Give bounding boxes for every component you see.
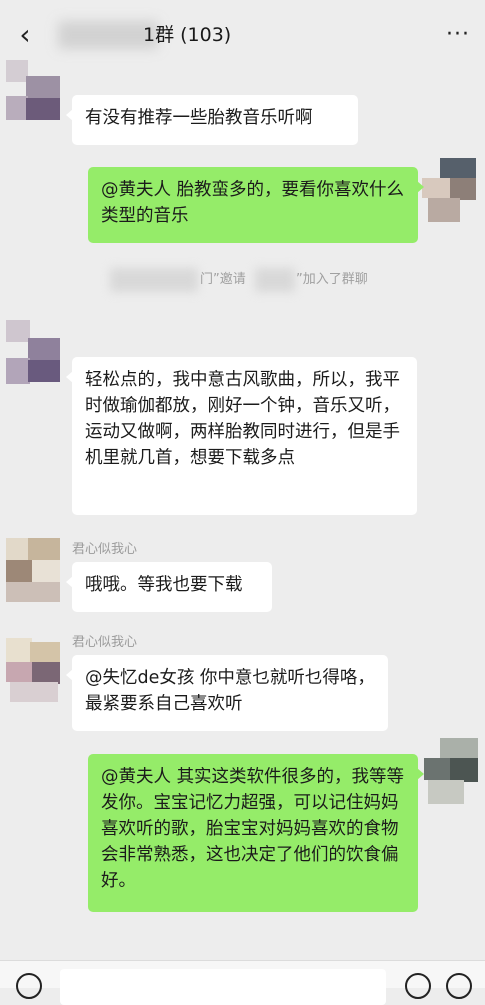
message-bubble[interactable]: @失忆de女孩 你中意乜就听乜得咯，最紧要系自己喜欢听 — [66, 655, 388, 731]
chat-header: ‹ 1群 (103) ··· — [0, 0, 485, 70]
avatar[interactable] — [424, 738, 480, 804]
sender-name: 君心似我心 — [72, 635, 138, 650]
input-bar — [0, 960, 485, 1005]
system-notice-part1: 门”邀请 — [200, 272, 246, 287]
emoji-icon[interactable] — [405, 973, 431, 999]
system-notice-part2: ”加入了群聊 — [296, 272, 368, 287]
more-dots-icon[interactable]: ··· — [445, 20, 471, 50]
message-bubble[interactable]: @黄夫人 其实这类软件很多的，我等等发你。宝宝记忆力超强，可以记住妈妈喜欢听的歌… — [88, 754, 424, 912]
plus-icon[interactable] — [446, 973, 472, 999]
message-bubble[interactable]: 哦哦。等我也要下载 — [66, 562, 272, 612]
avatar[interactable] — [6, 538, 62, 602]
message-bubble[interactable]: 轻松点的，我中意古风歌曲，所以，我平时做瑜伽都放，刚好一个钟，音乐又听，运动又做… — [66, 357, 417, 515]
sender-name: 君心似我心 — [72, 542, 138, 557]
system-notice: 门”邀请 ”加入了群聊 — [0, 268, 485, 292]
message-input[interactable] — [60, 969, 386, 1005]
avatar[interactable] — [6, 638, 62, 702]
avatar[interactable] — [6, 60, 62, 120]
message-bubble[interactable]: 有没有推荐一些胎教音乐听啊 — [66, 95, 358, 145]
avatar[interactable] — [6, 320, 62, 384]
avatar[interactable] — [422, 158, 478, 222]
chevron-left-icon[interactable]: ‹ — [14, 20, 36, 50]
chat-title: 1群 (103) — [143, 24, 232, 46]
voice-icon[interactable] — [16, 973, 42, 999]
message-bubble[interactable]: @黄夫人 胎教蛮多的，要看你喜欢什么类型的音乐 — [88, 167, 424, 243]
